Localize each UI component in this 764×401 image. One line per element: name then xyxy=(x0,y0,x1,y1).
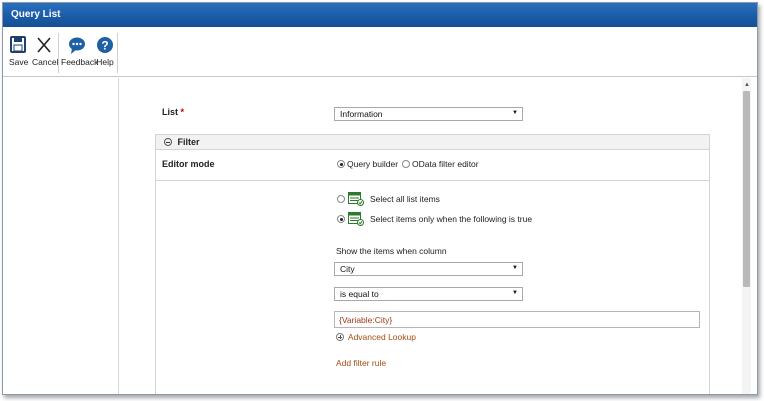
editor-mode-label: Editor mode xyxy=(162,159,215,169)
save-label: Save xyxy=(9,57,29,67)
toolbar-separator xyxy=(117,33,118,73)
odata-filter-editor-radio[interactable] xyxy=(402,160,410,168)
feedback-button[interactable]: Feedback xyxy=(61,33,98,67)
filter-section-title: Filter xyxy=(177,137,200,147)
query-builder-radio[interactable] xyxy=(337,160,345,168)
chevron-down-icon: ▼ xyxy=(512,110,518,116)
select-all-radio[interactable] xyxy=(337,195,345,203)
chevron-down-icon: ▼ xyxy=(512,265,518,271)
select-conditional-radio[interactable] xyxy=(337,215,345,223)
list-select[interactable]: Information ▼ xyxy=(334,107,523,121)
left-pane xyxy=(3,78,119,394)
save-button[interactable]: Save xyxy=(9,33,29,67)
toolbar-separator xyxy=(58,33,59,73)
select-conditional-label: Select items only when the following is … xyxy=(370,214,533,224)
select-all-label: Select all list items xyxy=(370,194,440,204)
feedback-label: Feedback xyxy=(61,57,99,67)
filtered-list-icon xyxy=(348,212,364,226)
collapse-icon[interactable] xyxy=(164,138,172,146)
toolbar: Save Cancel Feedback ? Help xyxy=(3,27,757,77)
filter-section-header[interactable]: Filter xyxy=(156,135,709,150)
row-divider xyxy=(155,180,710,181)
save-icon xyxy=(10,36,26,53)
show-items-label: Show the items when column xyxy=(336,246,447,256)
column-select[interactable]: City ▼ xyxy=(334,262,523,276)
operator-select[interactable]: is equal to ▼ xyxy=(334,287,523,301)
scroll-up-icon[interactable]: ▲ xyxy=(744,82,750,88)
cancel-label: Cancel xyxy=(32,57,59,67)
chevron-down-icon: ▼ xyxy=(512,290,518,296)
feedback-icon xyxy=(69,37,85,54)
list-label: List * xyxy=(162,107,185,117)
help-icon: ? xyxy=(97,37,113,53)
svg-text:?: ? xyxy=(101,39,108,53)
window-title: Query List xyxy=(3,3,757,27)
value-input[interactable]: {Variable:City} xyxy=(334,311,700,328)
odata-filter-editor-label: OData filter editor xyxy=(412,159,479,169)
cancel-button[interactable]: Cancel xyxy=(32,33,59,67)
required-mark: * xyxy=(180,107,185,117)
list-items-icon xyxy=(348,192,364,206)
add-filter-rule-link[interactable]: Add filter rule xyxy=(336,358,386,368)
add-circle-icon xyxy=(336,333,344,341)
help-label: Help xyxy=(96,57,114,67)
query-builder-label: Query builder xyxy=(347,159,399,169)
query-list-dialog: Query List Save Cancel Feedback ? Help ▲… xyxy=(2,2,758,395)
help-button[interactable]: ? Help xyxy=(95,33,115,67)
scroll-thumb[interactable] xyxy=(743,91,750,287)
close-icon xyxy=(37,37,51,53)
advanced-lookup-link[interactable]: Advanced Lookup xyxy=(336,332,416,342)
